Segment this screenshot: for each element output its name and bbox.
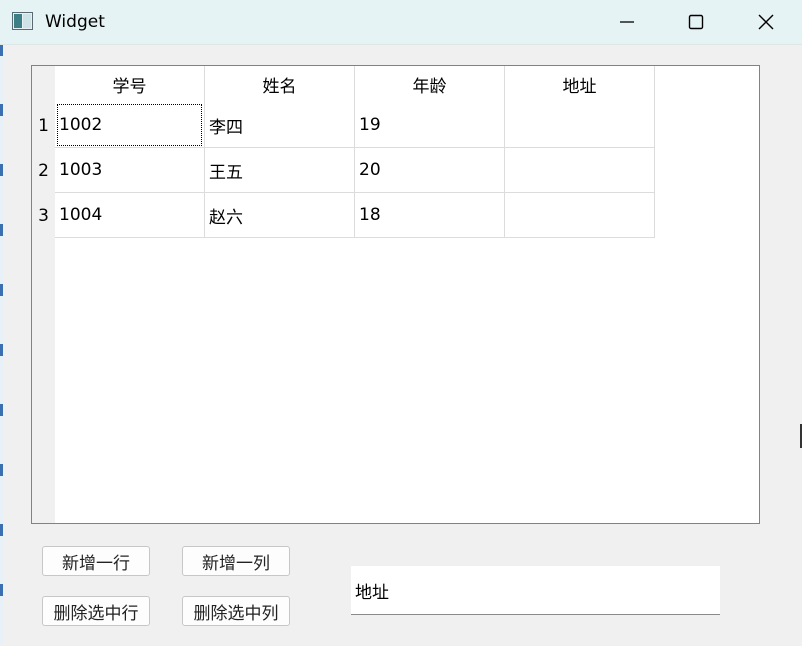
table-cell[interactable]: 20 xyxy=(355,148,505,193)
data-table[interactable]: 学号 姓名 年龄 地址 1 2 3 1002 李四 19 1003 王五 20 … xyxy=(31,65,760,524)
column-header[interactable]: 姓名 xyxy=(205,66,355,103)
add-row-button[interactable]: 新增一行 xyxy=(42,546,150,576)
title-bar[interactable]: Widget xyxy=(0,0,802,45)
window-title: Widget xyxy=(45,12,105,32)
minimize-button[interactable] xyxy=(592,0,662,44)
column-name-input[interactable] xyxy=(351,566,720,615)
close-button[interactable] xyxy=(731,0,801,44)
desktop-edge xyxy=(0,44,3,644)
app-window-icon xyxy=(12,12,33,30)
table-cell[interactable] xyxy=(505,193,655,238)
table-cell[interactable]: 19 xyxy=(355,103,505,148)
table-cell[interactable]: 王五 xyxy=(205,148,355,193)
column-header[interactable]: 地址 xyxy=(505,66,655,103)
table-cell[interactable]: 李四 xyxy=(205,103,355,148)
row-header[interactable]: 3 xyxy=(32,193,55,238)
table-cell[interactable] xyxy=(505,103,655,148)
maximize-icon xyxy=(688,14,704,30)
table-cell[interactable]: 1004 xyxy=(55,193,205,238)
delete-row-button[interactable]: 删除选中行 xyxy=(42,596,150,626)
table-cell[interactable] xyxy=(505,148,655,193)
table-corner[interactable] xyxy=(32,66,55,103)
row-header[interactable]: 2 xyxy=(32,148,55,193)
main-window: Widget 学号 姓名 年龄 地址 1 2 3 1002 李四 19 1003… xyxy=(0,0,802,646)
row-header[interactable]: 1 xyxy=(32,103,55,148)
column-header[interactable]: 学号 xyxy=(55,66,205,103)
add-column-button[interactable]: 新增一列 xyxy=(182,546,290,576)
table-cell[interactable]: 赵六 xyxy=(205,193,355,238)
table-cell[interactable]: 1002 xyxy=(55,103,205,148)
maximize-button[interactable] xyxy=(661,0,731,44)
delete-column-button[interactable]: 删除选中列 xyxy=(182,596,290,626)
minimize-icon xyxy=(620,21,634,23)
table-cell[interactable]: 1003 xyxy=(55,148,205,193)
table-cell[interactable]: 18 xyxy=(355,193,505,238)
close-icon xyxy=(758,14,774,30)
column-header[interactable]: 年龄 xyxy=(355,66,505,103)
